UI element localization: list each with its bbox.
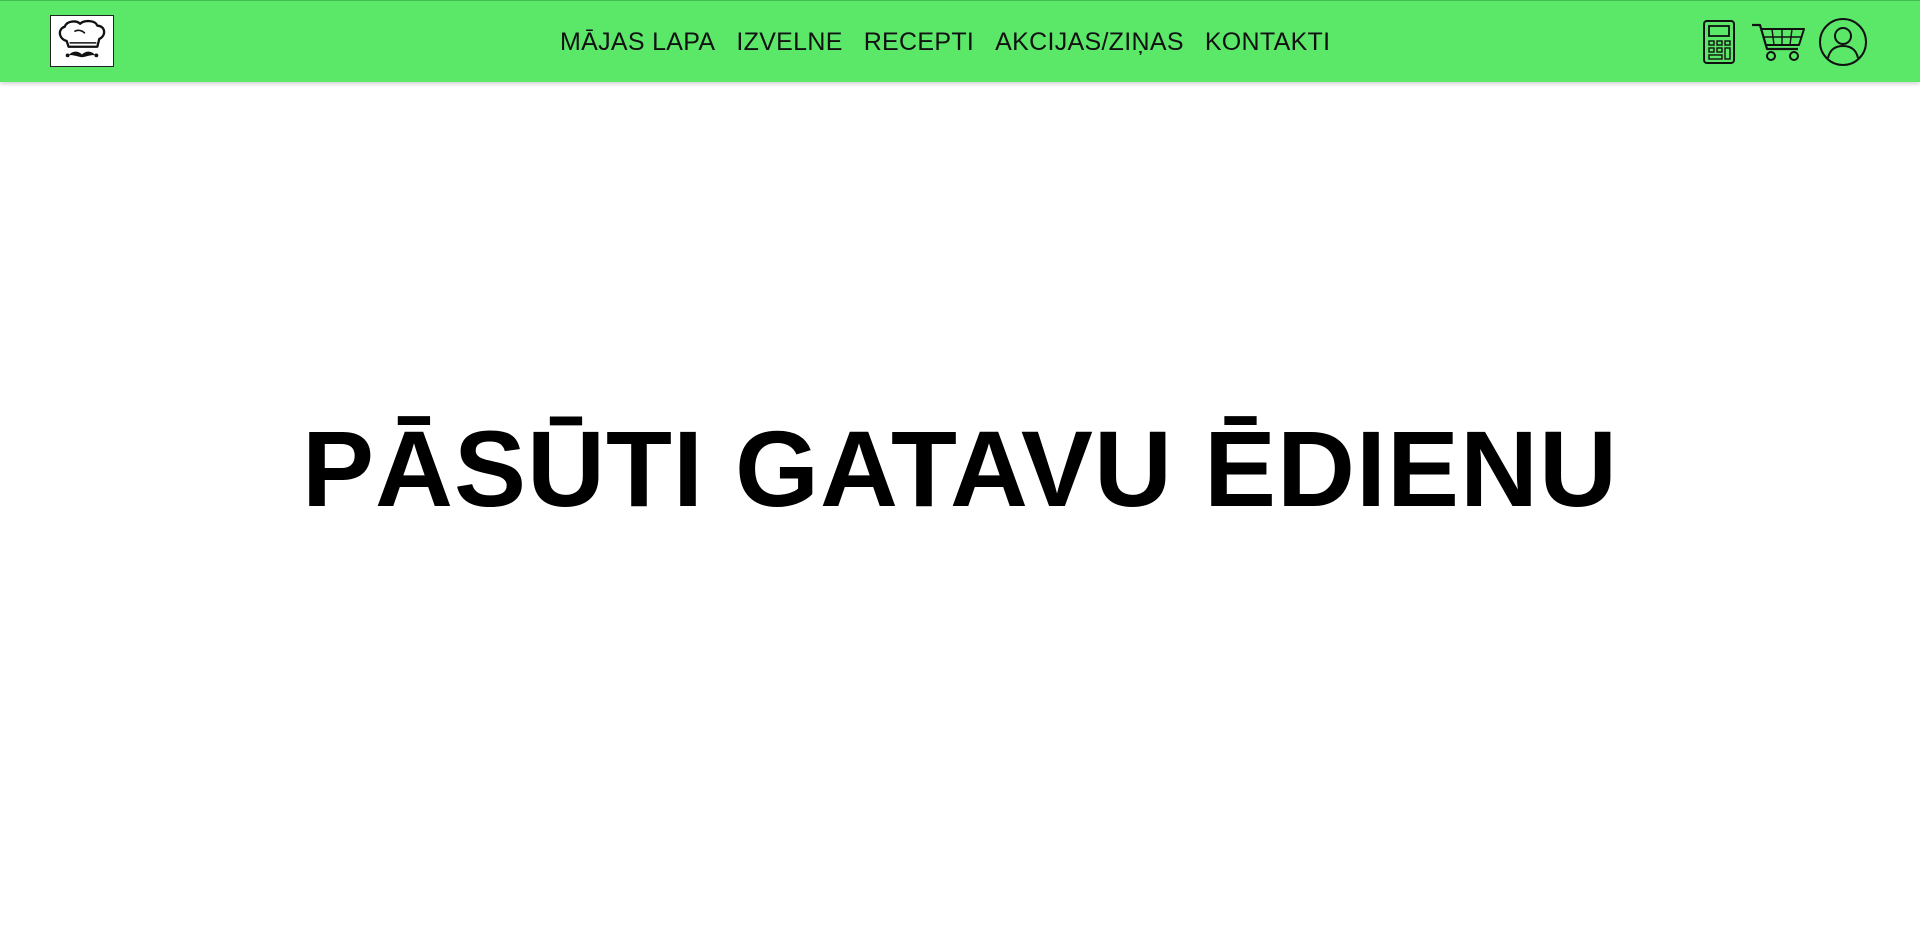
hero-title: PĀSŪTI GATAVU ĒDIENU xyxy=(301,408,1619,529)
site-logo[interactable] xyxy=(50,15,114,67)
nav-link-home[interactable]: MĀJAS LAPA xyxy=(560,28,715,57)
calculator-icon xyxy=(1703,20,1735,64)
chef-hat-mustache-icon xyxy=(58,19,106,58)
main-nav: MĀJAS LAPA IZVELNE RECEPTI AKCIJAS/ZIŅAS… xyxy=(560,1,1351,83)
shopping-cart-button[interactable] xyxy=(1750,21,1806,63)
user-account-button[interactable] xyxy=(1818,17,1868,67)
user-account-icon xyxy=(1819,18,1867,66)
nav-link-promotions-news[interactable]: AKCIJAS/ZIŅAS xyxy=(995,28,1184,57)
calculator-button[interactable] xyxy=(1702,19,1736,65)
nav-link-menu[interactable]: IZVELNE xyxy=(736,28,842,57)
hero-section: PĀSŪTI GATAVU ĒDIENU xyxy=(0,82,1920,929)
nav-link-contacts[interactable]: KONTAKTI xyxy=(1205,28,1331,57)
shopping-cart-icon xyxy=(1752,23,1805,61)
header-actions xyxy=(1702,1,1868,83)
top-navbar: MĀJAS LAPA IZVELNE RECEPTI AKCIJAS/ZIŅAS… xyxy=(0,0,1920,82)
nav-link-recipes[interactable]: RECEPTI xyxy=(864,28,974,57)
